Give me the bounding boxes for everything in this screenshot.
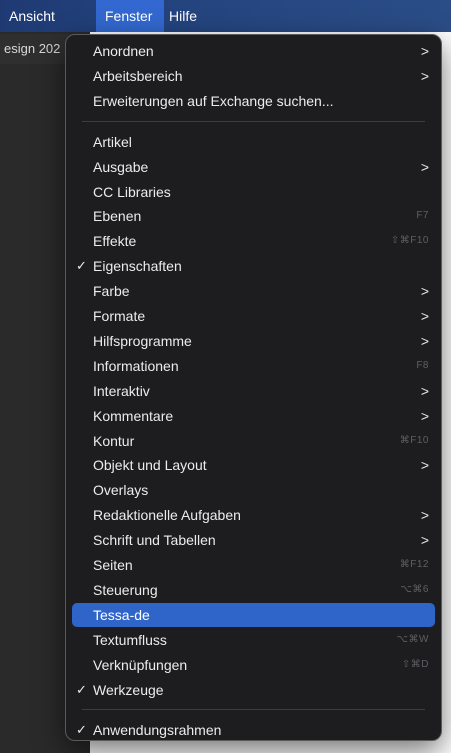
menu-item-shortcut: F8	[416, 359, 429, 371]
menu-item-label: Formate	[93, 308, 146, 324]
menu-item-shortcut: ⌘F10	[399, 434, 429, 446]
menubar-fenster[interactable]: Fenster	[96, 0, 164, 32]
menu-item-farbe[interactable]: Farbe >	[72, 279, 435, 303]
menubar-hilfe[interactable]: Hilfe	[160, 0, 208, 32]
menu-item-label: Objekt und Layout	[93, 457, 207, 474]
chevron-right-icon: >	[420, 308, 429, 324]
menu-item-label: Informationen	[93, 357, 179, 374]
menu-item-schrift-und-tabellen[interactable]: Schrift und Tabellen >	[72, 528, 435, 552]
chevron-right-icon: >	[420, 332, 429, 349]
menu-item-ausgabe[interactable]: Ausgabe >	[72, 155, 435, 179]
menu-bar: Ansicht Fenster Hilfe	[0, 0, 451, 32]
menu-item-objekt-und-layout[interactable]: Objekt und Layout >	[72, 453, 435, 477]
menu-item-label: Hilfsprogramme	[93, 332, 192, 349]
menu-item-label: Schrift und Tabellen	[93, 532, 216, 549]
menu-item-hilfsprogramme[interactable]: Hilfsprogramme >	[72, 329, 435, 353]
menu-item-label: Ebenen	[93, 208, 142, 225]
menu-item-seiten[interactable]: Seiten ⌘F12	[72, 553, 435, 577]
menu-separator	[82, 709, 425, 711]
menu-item-anordnen[interactable]: Anordnen >	[72, 39, 435, 63]
menu-item-textumfluss[interactable]: Textumfluss ⌥⌘W	[72, 628, 435, 652]
menu-separator	[82, 120, 425, 122]
menu-item-label: Verknüpfungen	[93, 656, 188, 673]
menubar-ansicht[interactable]: Ansicht	[0, 0, 73, 32]
menu-item-shortcut: ⌥⌘W	[396, 633, 429, 645]
menu-item-label: Werkzeuge	[93, 681, 164, 698]
chevron-right-icon: >	[420, 532, 429, 549]
chevron-right-icon: >	[420, 407, 429, 424]
menu-item-label: Tessa-de	[93, 606, 150, 623]
menu-item-kontur[interactable]: Kontur ⌘F10	[72, 429, 435, 453]
menu-item-steuerung[interactable]: Steuerung ⌥⌘6	[72, 578, 435, 602]
chevron-right-icon: >	[420, 457, 429, 474]
menu-item-shortcut: ⇧⌘D	[401, 658, 429, 670]
menu-item-label: Anordnen	[93, 43, 154, 59]
menu-item-shortcut: ⇧⌘F10	[390, 235, 429, 247]
menu-item-label: Steuerung	[93, 581, 158, 598]
menu-item-formate[interactable]: Formate >	[72, 304, 435, 328]
chevron-right-icon: >	[420, 158, 429, 175]
menu-item-label: Ausgabe	[93, 158, 149, 175]
fenster-dropdown-menu: Anordnen > Arbeitsbereich > Erweiterungen au…	[65, 34, 442, 741]
menu-item-shortcut: F7	[416, 210, 429, 222]
chevron-right-icon: >	[420, 43, 429, 59]
menu-item-label: Interaktiv	[93, 382, 150, 399]
chevron-right-icon: >	[420, 382, 429, 399]
menu-item-effekte[interactable]: Effekte ⇧⌘F10	[72, 229, 435, 253]
menu-item-label: Anwendungsrahmen	[93, 722, 222, 739]
menu-item-shortcut: ⌘F12	[399, 559, 429, 570]
menu-item-label: CC Libraries	[93, 183, 171, 200]
menu-item-label: Farbe	[93, 283, 130, 300]
chevron-right-icon: >	[420, 507, 429, 524]
menu-item-erweiterungen-auf-exchange-suchen[interactable]: Erweiterungen auf Exchange suchen...	[72, 89, 435, 113]
menu-item-cc-libraries[interactable]: CC Libraries	[72, 180, 435, 204]
menu-item-artikel[interactable]: Artikel	[72, 130, 435, 154]
menu-item-label: Arbeitsbereich	[93, 67, 183, 84]
menu-item-label: Seiten	[93, 557, 133, 573]
menu-item-label: Effekte	[93, 233, 137, 250]
menu-item-label: Artikel	[93, 133, 132, 150]
menu-item-label: Redaktionelle Aufgaben	[93, 507, 241, 524]
menu-item-kommentare[interactable]: Kommentare >	[72, 404, 435, 428]
menu-item-redaktionelle-aufgaben[interactable]: Redaktionelle Aufgaben >	[72, 503, 435, 527]
menu-item-label: Erweiterungen auf Exchange suchen...	[93, 92, 334, 109]
checkmark-icon: ✓	[76, 681, 87, 697]
menu-item-label: Overlays	[93, 482, 149, 499]
menu-item-informationen[interactable]: Informationen F8	[72, 354, 435, 378]
menu-item-overlays[interactable]: Overlays	[72, 478, 435, 502]
menu-item-label: Kommentare	[93, 407, 174, 424]
menu-item-label: Eigenschaften	[93, 258, 182, 275]
menu-item-werkzeuge[interactable]: ✓ Werkzeuge	[72, 678, 435, 702]
menu-item-verknuepfungen[interactable]: Verknüpfungen ⇧⌘D	[72, 653, 435, 677]
menu-item-label: Textumfluss	[93, 631, 167, 648]
menu-item-eigenschaften[interactable]: ✓ Eigenschaften	[72, 254, 435, 278]
checkmark-icon: ✓	[76, 722, 87, 738]
menu-item-arbeitsbereich[interactable]: Arbeitsbereich >	[72, 64, 435, 88]
chevron-right-icon: >	[420, 283, 429, 300]
menu-item-anwendungsrahmen[interactable]: ✓ Anwendungsrahmen	[72, 718, 435, 742]
checkmark-icon: ✓	[76, 258, 87, 274]
menu-item-label: Kontur	[93, 432, 135, 449]
menu-item-tessa-de[interactable]: Tessa-de	[72, 602, 435, 627]
menu-item-interaktiv[interactable]: Interaktiv >	[72, 379, 435, 403]
menu-item-shortcut: ⌥⌘6	[400, 583, 429, 595]
chevron-right-icon: >	[420, 67, 429, 84]
menu-item-ebenen[interactable]: Ebenen F7	[72, 204, 435, 228]
